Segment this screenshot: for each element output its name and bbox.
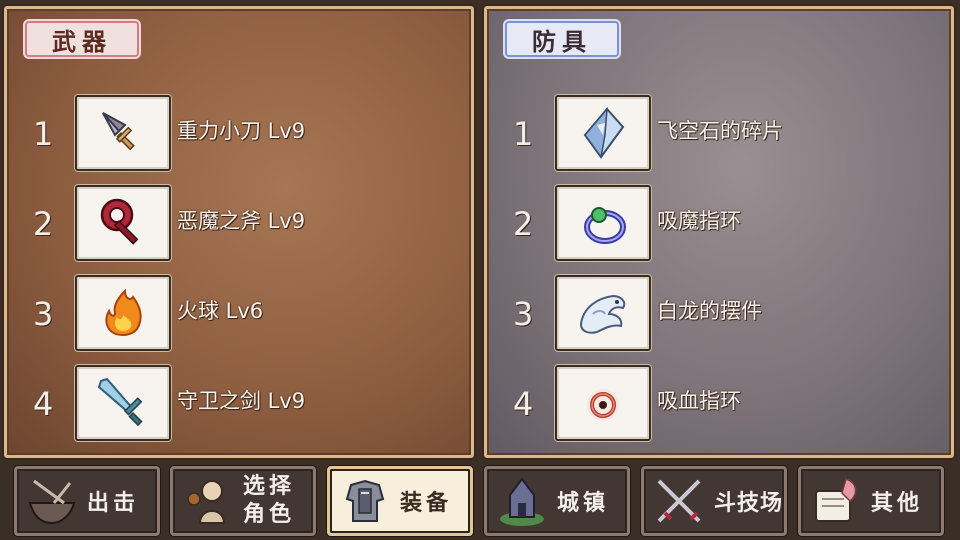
crossed-swords-icon: [650, 471, 708, 531]
armor-row[interactable]: 3 白龙的摆件: [487, 275, 951, 351]
arena-button[interactable]: 斗技场: [641, 466, 787, 536]
dagger-icon: [102, 112, 135, 151]
axe-icon: [100, 198, 139, 245]
slot-number: 3: [513, 295, 534, 333]
armor-name: 吸魔指环: [657, 209, 741, 233]
armor-icon: [336, 471, 394, 531]
equip-button[interactable]: 装备: [327, 466, 473, 536]
armor-row[interactable]: 2 吸魔指环: [487, 185, 951, 261]
armor-slot[interactable]: [555, 365, 651, 441]
town-button[interactable]: 城镇: [484, 466, 630, 536]
sword-icon: [97, 377, 143, 427]
castle-icon: [493, 471, 551, 531]
weapon-slot[interactable]: [75, 95, 171, 171]
weapon-row[interactable]: 3 火球 Lv6: [7, 275, 471, 351]
bottom-nav: 出击 选择 角色 装备 城镇 斗技场 其他: [0, 462, 960, 540]
weapon-name: 守卫之剑 Lv9: [177, 389, 306, 413]
crystal-shard-icon: [583, 106, 625, 159]
slot-number: 1: [513, 115, 534, 153]
slot-number: 1: [33, 115, 54, 153]
armor-row[interactable]: 1 飞空石的碎片: [487, 95, 951, 171]
armor-name: 白龙的摆件: [657, 299, 762, 323]
other-label: 其他: [871, 491, 924, 516]
armor-name: 飞空石的碎片: [657, 119, 783, 143]
slot-number: 2: [513, 205, 534, 243]
armor-slot[interactable]: [555, 95, 651, 171]
weapon-row[interactable]: 4 守卫之剑 Lv9: [7, 365, 471, 441]
weapon-name: 重力小刀 Lv9: [177, 119, 306, 143]
armor-name: 吸血指环: [657, 389, 741, 413]
blood-ring-icon: [587, 389, 619, 421]
weapon-slot[interactable]: [75, 365, 171, 441]
weapon-row[interactable]: 2 恶魔之斧 Lv9: [7, 185, 471, 261]
select-character-line1: 选择: [243, 474, 296, 499]
sortie-label: 出击: [87, 491, 140, 516]
character-icon: [179, 471, 237, 531]
weapon-slot[interactable]: [75, 185, 171, 261]
armor-slot[interactable]: [555, 275, 651, 351]
select-character-label: 选择 角色: [243, 473, 295, 529]
armor-row[interactable]: 4 吸血指环: [487, 365, 951, 441]
select-character-line2: 角色: [243, 502, 296, 527]
armor-panel-title: 防具: [505, 21, 619, 57]
weapon-name: 恶魔之斧 Lv9: [177, 209, 306, 233]
weapon-row[interactable]: 1 重力小刀 Lv9: [7, 95, 471, 171]
fireball-icon: [105, 288, 142, 337]
ring-icon: [584, 207, 626, 244]
slot-number: 4: [33, 385, 54, 423]
other-button[interactable]: 其他: [798, 466, 944, 536]
select-character-button[interactable]: 选择 角色: [170, 466, 316, 536]
weapon-slot[interactable]: [75, 275, 171, 351]
slot-number: 3: [33, 295, 54, 333]
slot-number: 4: [513, 385, 534, 423]
scroll-quill-icon: [807, 471, 865, 531]
dragon-ornament-icon: [579, 294, 626, 334]
arena-label: 斗技场: [714, 491, 784, 516]
sortie-button[interactable]: 出击: [14, 466, 160, 536]
armor-slot[interactable]: [555, 185, 651, 261]
ship-icon: [23, 471, 81, 531]
weapon-panel: 武器 1 重力小刀 Lv9 2 恶魔之斧 Lv9 3 火球 Lv6 4 守卫之剑…: [4, 6, 474, 458]
weapon-name: 火球 Lv6: [177, 299, 264, 323]
armor-panel: 防具 1 飞空石的碎片 2 吸魔指环 3 白龙的摆件 4 吸血指环: [484, 6, 954, 458]
town-label: 城镇: [557, 491, 610, 516]
weapon-panel-title: 武器: [25, 21, 139, 57]
equip-label: 装备: [400, 491, 453, 516]
slot-number: 2: [33, 205, 54, 243]
